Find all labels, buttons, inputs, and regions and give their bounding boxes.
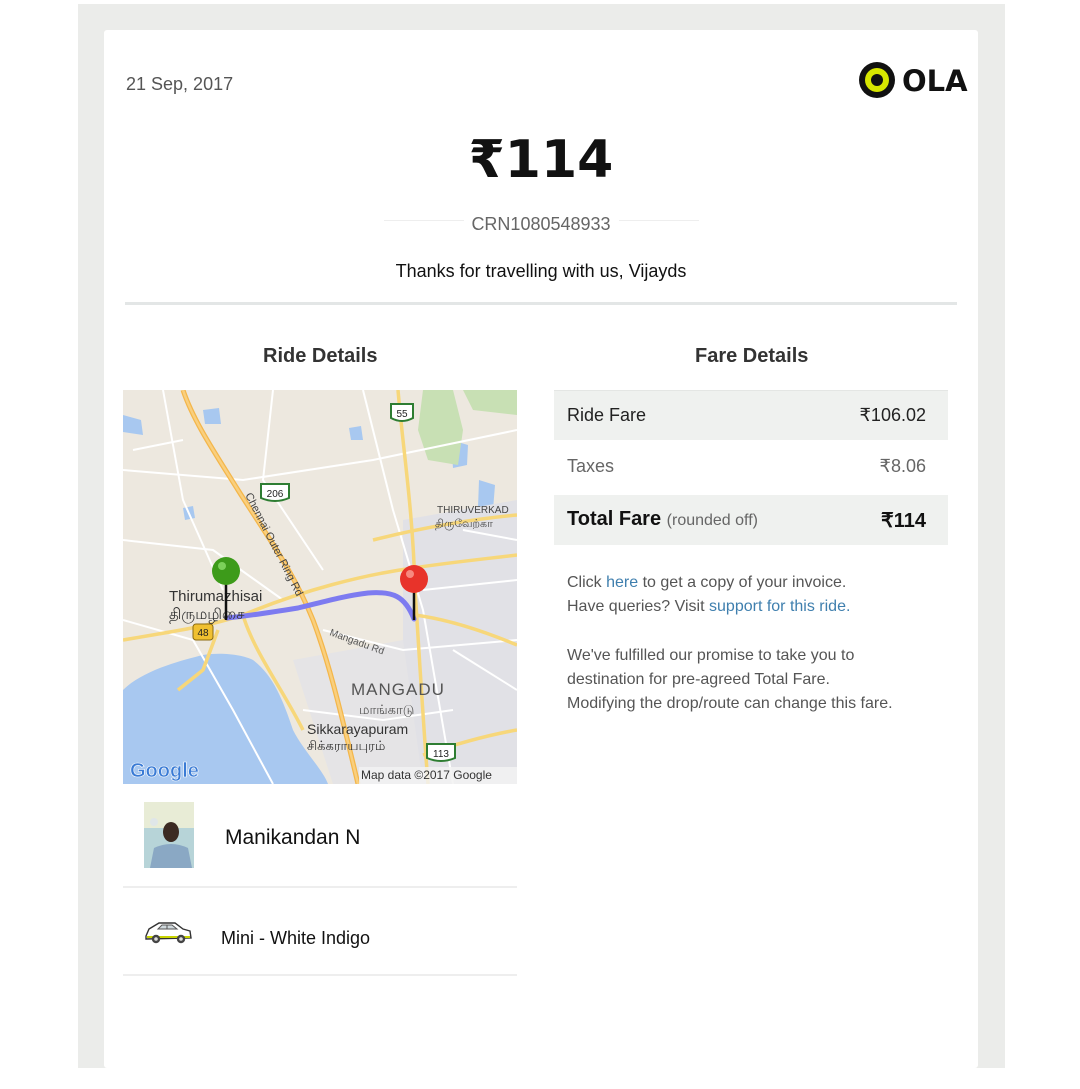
fare-value: ₹8.06 <box>879 456 927 476</box>
section-divider <box>125 302 957 305</box>
ride-details-title: Ride Details <box>263 345 378 367</box>
highway-shield: 206 <box>260 483 290 502</box>
driver-row: Manikandan N <box>123 786 517 888</box>
map-attribution: Map data ©2017 Google <box>361 768 492 782</box>
note-text: Click <box>567 574 602 591</box>
map-label-town: MANGADU <box>351 680 445 699</box>
map-label-town: Thirumazhisai <box>169 588 262 605</box>
receipt-card: 21 Sep, 2017 OLA ₹114 CRN1080548933 Than… <box>104 30 978 1068</box>
fare-row-ride-fare: Ride Fare ₹106.02 <box>554 390 948 440</box>
map-label-town: THIRUVERKAD <box>437 505 509 516</box>
svg-text:113: 113 <box>433 749 449 760</box>
fare-label: Ride Fare <box>567 405 647 425</box>
map-label-town: திருவேற்கா <box>435 517 493 530</box>
note-text: Modifying the drop/route can change this… <box>567 695 893 712</box>
ride-date: 21 Sep, 2017 <box>126 74 234 94</box>
note-text: We've fulfilled our promise to take you … <box>567 647 855 664</box>
note-text: destination for pre-agreed Total Fare. <box>567 671 830 688</box>
note-text: to get a copy of your invoice. <box>642 574 847 591</box>
fare-value: ₹106.02 <box>859 405 926 425</box>
driver-avatar <box>144 802 194 868</box>
car-row: Mini - White Indigo <box>123 888 517 976</box>
total-amount: ₹114 <box>468 130 614 190</box>
highway-shield: 55 <box>390 403 414 422</box>
total-fare-value: ₹114 <box>881 510 926 532</box>
svg-text:48: 48 <box>197 628 209 639</box>
invoice-link[interactable]: here <box>606 574 638 591</box>
car-icon <box>145 922 192 944</box>
fare-label: Taxes <box>567 456 615 476</box>
rounded-off-note: (rounded off) <box>666 512 758 529</box>
fare-table: Ride Fare ₹106.02 Taxes ₹8.06 Total Fare… <box>554 390 948 545</box>
svg-text:206: 206 <box>267 489 284 500</box>
support-link[interactable]: support for this ride. <box>709 598 850 615</box>
total-fare-text: Total Fare <box>567 508 662 530</box>
highway-shield: 113 <box>426 743 456 762</box>
map-label-town: Sikkarayapuram <box>307 721 408 737</box>
route-map[interactable]: 55 206 48 113 Thirumazhisai திருமழிசை MA… <box>123 390 517 784</box>
promise-note: We've fulfilled our promise to take you … <box>567 644 893 716</box>
map-label-road: Chennai Outer Ring Rd <box>242 491 305 598</box>
ola-logo-icon <box>859 62 895 98</box>
crn-number: CRN1080548933 <box>471 214 611 234</box>
ola-logo: OLA <box>858 60 968 102</box>
ola-logo-text: OLA <box>902 64 968 98</box>
note-text: Have queries? Visit <box>567 598 705 615</box>
total-fare-label: Total Fare (rounded off) <box>567 508 758 531</box>
car-model: Mini - White Indigo <box>221 928 371 948</box>
highway-shield: 48 <box>192 623 214 641</box>
google-logo: Google <box>130 760 199 782</box>
fare-row-taxes: Taxes ₹8.06 <box>554 440 948 495</box>
invoice-note: Click here to get a copy of your invoice… <box>567 571 850 619</box>
map-label-town: திருமழிசை <box>169 605 245 623</box>
map-label-town: மாங்காடு <box>359 703 414 718</box>
thanks-message: Thanks for travelling with us, Vijayds <box>395 261 687 281</box>
fare-details-title: Fare Details <box>695 345 809 367</box>
driver-name: Manikandan N <box>225 826 361 849</box>
fare-row-total: Total Fare (rounded off) ₹114 <box>554 495 948 545</box>
svg-text:55: 55 <box>396 409 408 420</box>
map-label-town: சிக்கராயபுரம் <box>307 739 385 754</box>
